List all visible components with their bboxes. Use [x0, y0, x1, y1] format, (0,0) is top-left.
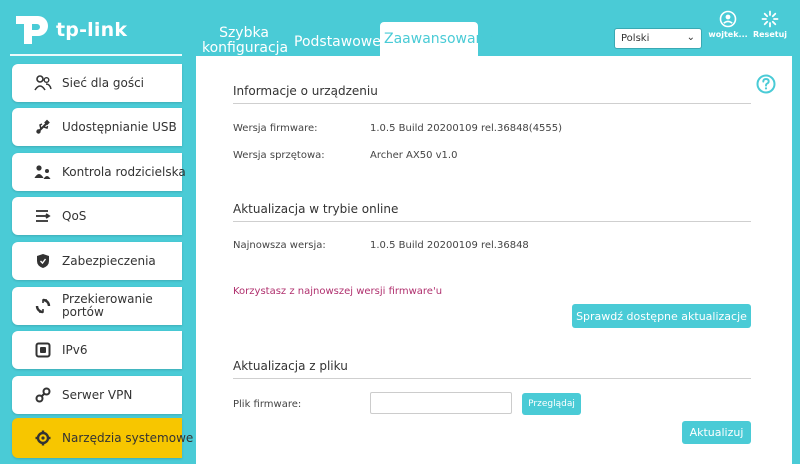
usb-icon: [34, 118, 52, 136]
reset-button[interactable]: Resetuj: [752, 10, 788, 39]
section-divider: [233, 221, 751, 222]
sidebar-item-port-forwarding[interactable]: Przekierowanie portów: [12, 287, 182, 325]
language-select[interactable]: Polski ⌄: [614, 28, 702, 49]
latest-version-label: Najnowsza wersja:: [233, 240, 326, 251]
update-button[interactable]: Aktualizuj: [682, 421, 751, 444]
sidebar-item-label: Sieć dla gości: [62, 75, 145, 90]
sidebar-item-label: QoS: [62, 208, 87, 223]
tab-quick-setup[interactable]: Szybka konfiguracja: [198, 26, 290, 56]
sidebar-item-qos[interactable]: QoS: [12, 197, 182, 235]
sidebar-item-usb-sharing[interactable]: Udostępnianie USB: [12, 108, 182, 146]
help-icon[interactable]: [756, 74, 776, 94]
tab-basic[interactable]: Podstawowe: [290, 35, 381, 56]
language-selected: Polski: [621, 33, 650, 44]
reset-label: Resetuj: [752, 30, 788, 39]
hardware-version-label: Wersja sprzętowa:: [233, 150, 325, 161]
check-updates-button[interactable]: Sprawdź dostępne aktualizacje: [572, 304, 751, 328]
tp-link-logo[interactable]: tp-link: [12, 12, 127, 48]
sidebar-item-vpn-server[interactable]: Serwer VPN: [12, 376, 182, 414]
file-update-title: Aktualizacja z pliku: [233, 359, 348, 373]
sidebar-item-label: Serwer VPN: [62, 387, 133, 402]
sidebar-item-security[interactable]: Zabezpieczenia: [12, 242, 182, 280]
firmware-file-input[interactable]: [370, 392, 512, 414]
browse-button[interactable]: Przeglądaj: [522, 393, 581, 415]
online-update-title: Aktualizacja w trybie online: [233, 202, 399, 216]
user-icon: [719, 10, 737, 28]
firmware-version-label: Wersja firmware:: [233, 123, 318, 134]
forwarding-icon: [34, 297, 52, 315]
sidebar-item-parental-control[interactable]: Kontrola rodzicielska: [12, 153, 186, 191]
up-to-date-note: Korzystasz z najnowszej wersji firmware'…: [233, 286, 443, 297]
parental-icon: [34, 163, 52, 181]
gear-icon: [34, 429, 52, 447]
hardware-version-value: Archer AX50 v1.0: [370, 150, 458, 161]
tp-link-logo-icon: [16, 16, 48, 44]
main-panel: Informacje o urządzeniu Wersja firmware:…: [196, 56, 792, 464]
sidebar-item-ipv6[interactable]: IPv6: [12, 331, 182, 369]
device-info-title: Informacje o urządzeniu: [233, 84, 378, 98]
sidebar-item-guest-network[interactable]: Sieć dla gości: [12, 64, 182, 102]
chevron-down-icon: ⌄: [686, 32, 695, 43]
sidebar-item-label: IPv6: [62, 342, 88, 357]
latest-version-value: 1.0.5 Build 20200109 rel.36848: [370, 240, 529, 251]
firmware-version-value: 1.0.5 Build 20200109 rel.36848(4555): [370, 123, 563, 134]
reset-icon: [761, 10, 779, 28]
guests-icon: [34, 74, 52, 92]
user-menu-button[interactable]: wojtek...: [706, 10, 750, 39]
firmware-file-label: Plik firmware:: [233, 399, 302, 410]
sidebar-item-label: Narzędzia systemowe: [62, 430, 194, 445]
section-divider: [233, 378, 751, 379]
tab-advanced[interactable]: Zaawansowane: [380, 22, 493, 56]
sidebar-item-label: Przekierowanie portów: [62, 292, 153, 319]
user-label: wojtek...: [708, 30, 748, 39]
section-divider: [233, 103, 751, 104]
ipv6-icon: [34, 341, 52, 359]
sidebar-item-system-tools[interactable]: Narzędzia systemowe: [12, 418, 193, 458]
sidebar-item-label: Udostępnianie USB: [62, 119, 177, 134]
sidebar: Sieć dla gości Udostępnianie USB Kontrol…: [0, 56, 193, 464]
qos-icon: [34, 207, 52, 225]
sidebar-item-label: Kontrola rodzicielska: [62, 164, 186, 179]
brand-name: tp-link: [56, 19, 128, 41]
shield-icon: [34, 252, 52, 270]
main-nav: Szybka konfiguracja Podstawowe Zaawansow…: [198, 22, 493, 56]
sidebar-item-label: Zabezpieczenia: [62, 253, 156, 268]
vpn-icon: [34, 386, 52, 404]
